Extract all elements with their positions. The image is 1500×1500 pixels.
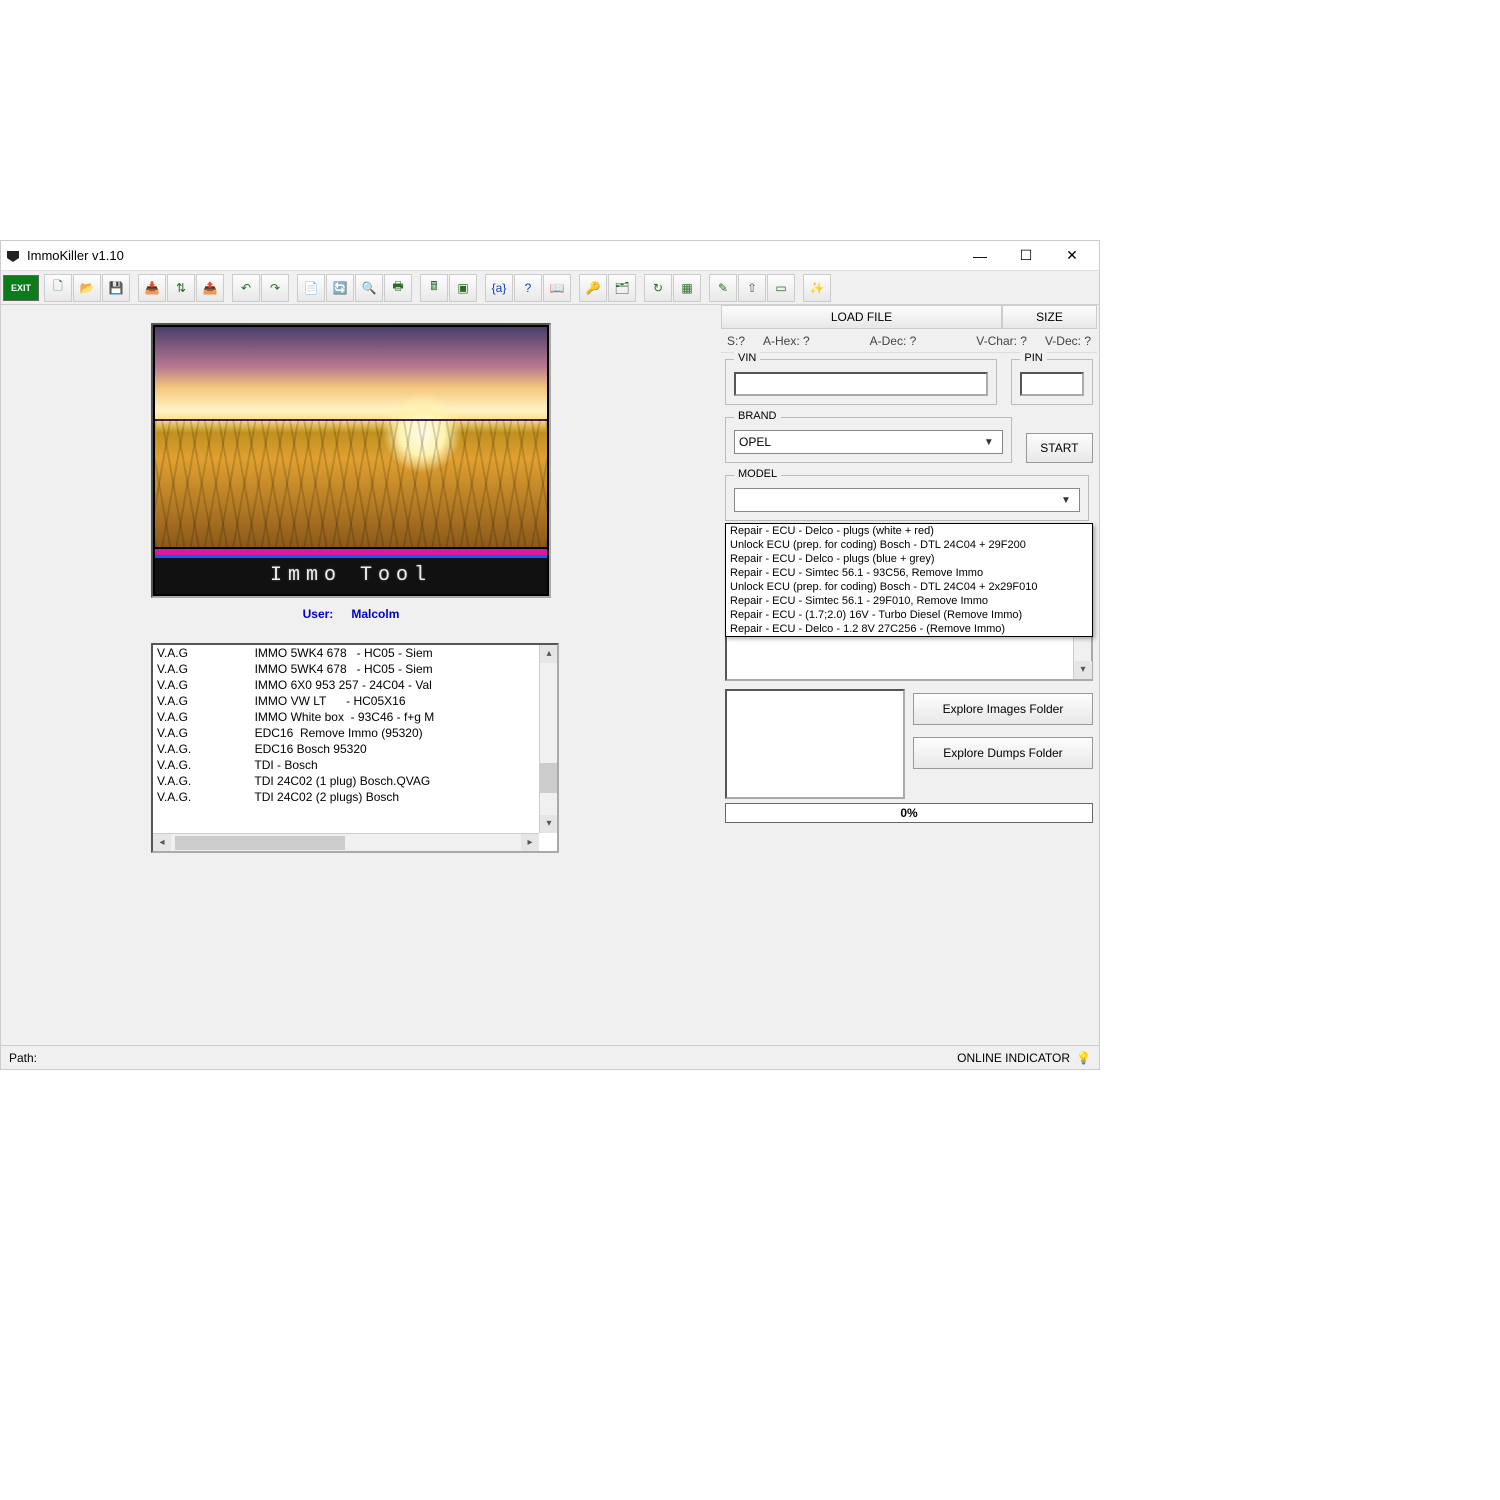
left-panel: Immo Tool User: Malcolm V.A.G IMMO 5WK4 … bbox=[151, 323, 551, 853]
explore-images-button[interactable]: Explore Images Folder bbox=[913, 693, 1093, 725]
status-adec: A-Dec: ? bbox=[870, 334, 917, 348]
up-arrow-button[interactable]: ⇧ bbox=[738, 274, 766, 302]
book-button[interactable]: 📖 bbox=[543, 274, 571, 302]
undo-button[interactable]: ↶ bbox=[232, 274, 260, 302]
model-option[interactable]: Repair - ECU - Delco - 1.2 8V 27C256 - (… bbox=[726, 622, 1092, 636]
model-option[interactable]: Repair - ECU - Simtec 56.1 - 29F010, Rem… bbox=[726, 594, 1092, 608]
status-ahex: A-Hex: ? bbox=[763, 334, 810, 348]
pin-label: PIN bbox=[1020, 352, 1046, 364]
chevron-down-icon: ▼ bbox=[980, 437, 998, 448]
preview-box bbox=[725, 689, 905, 799]
chip-button[interactable]: ▦ bbox=[673, 274, 701, 302]
stack-button[interactable]: 🗂 bbox=[608, 274, 636, 302]
list-item[interactable]: V.A.G. TDI 24C02 (2 plugs) Bosch bbox=[153, 789, 539, 805]
list-item[interactable]: V.A.G IMMO VW LT - HC05X16 bbox=[153, 693, 539, 709]
model-option[interactable]: Repair - ECU - Simtec 56.1 - 93C56, Remo… bbox=[726, 566, 1092, 580]
select-button[interactable]: ▭ bbox=[767, 274, 795, 302]
model-label: MODEL bbox=[734, 468, 781, 480]
online-indicator-label: ONLINE INDICATOR bbox=[957, 1051, 1070, 1065]
model-option[interactable]: Repair - ECU - (1.7;2.0) 16V - Turbo Die… bbox=[726, 608, 1092, 622]
explore-dumps-button[interactable]: Explore Dumps Folder bbox=[913, 737, 1093, 769]
model-combobox[interactable]: ▼ bbox=[734, 488, 1080, 512]
brand-label: BRAND bbox=[734, 410, 781, 422]
minimize-button[interactable]: — bbox=[957, 242, 1003, 270]
model-dropdown-list[interactable]: Repair - ECU - Delco - plugs (white + re… bbox=[725, 523, 1093, 637]
list-item[interactable]: V.A.G. TDI 24C02 (1 plug) Bosch.QVAG bbox=[153, 773, 539, 789]
scroll-right-icon[interactable]: ▸ bbox=[521, 834, 539, 852]
start-button[interactable]: START bbox=[1026, 433, 1093, 463]
brand-value: OPEL bbox=[739, 435, 771, 449]
list-item[interactable]: V.A.G. EDC16 Bosch 95320 bbox=[153, 741, 539, 757]
load-file-header[interactable]: LOAD FILE bbox=[721, 305, 1002, 329]
save-button[interactable]: 💾 bbox=[102, 274, 130, 302]
list-item[interactable]: V.A.G IMMO White box - 93C46 - f+g M bbox=[153, 709, 539, 725]
braces-a-button[interactable]: {a} bbox=[485, 274, 513, 302]
ecu-listbox[interactable]: V.A.G IMMO 5WK4 678 - HC05 - SiemV.A.G I… bbox=[151, 643, 559, 853]
new-file-button[interactable]: 🗋 bbox=[44, 274, 72, 302]
app-window: ImmoKiller v1.10 — ☐ ✕ EXIT 🗋📂💾 📥⇅📤 ↶↷ 📄🔄🔍🖶… bbox=[0, 240, 1100, 1070]
new-doc-button[interactable]: ✎ bbox=[709, 274, 737, 302]
exit-button[interactable]: EXIT bbox=[3, 275, 39, 301]
user-name: Malcolm bbox=[351, 607, 399, 621]
path-label: Path: bbox=[9, 1051, 37, 1065]
hero-frame: Immo Tool bbox=[151, 323, 551, 598]
statusbar: Path: ONLINE INDICATOR 💡 bbox=[1, 1045, 1099, 1069]
lcd-banner: Immo Tool bbox=[155, 558, 547, 594]
status-row: S:? A-Hex: ? A-Dec: ? V-Char: ? V-Dec: ? bbox=[721, 329, 1097, 353]
import-button[interactable]: 📥 bbox=[138, 274, 166, 302]
toolbar: EXIT 🗋📂💾 📥⇅📤 ↶↷ 📄🔄🔍🖶 🖩▣ {a}?📖 🔑🗂 ↻▦ ✎⇧▭ ✨ bbox=[1, 271, 1099, 305]
status-vchar: V-Char: ? bbox=[976, 334, 1027, 348]
open-file-button[interactable]: 📂 bbox=[73, 274, 101, 302]
hero-image bbox=[155, 327, 547, 547]
titlebar: ImmoKiller v1.10 — ☐ ✕ bbox=[1, 241, 1099, 271]
app-icon bbox=[5, 248, 21, 264]
user-label: User: bbox=[303, 607, 334, 621]
swap-button[interactable]: ⇅ bbox=[167, 274, 195, 302]
refresh-button[interactable]: ↻ bbox=[644, 274, 672, 302]
window-button[interactable]: ▣ bbox=[449, 274, 477, 302]
size-header: SIZE bbox=[1002, 305, 1097, 329]
print-button[interactable]: 🖶 bbox=[384, 274, 412, 302]
scroll-up-icon[interactable]: ▴ bbox=[540, 645, 558, 663]
doc-a-button[interactable]: 📄 bbox=[297, 274, 325, 302]
scroll-down-icon[interactable]: ▾ bbox=[540, 815, 558, 833]
vin-input[interactable] bbox=[734, 372, 988, 396]
list-item[interactable]: V.A.G. TDI - Bosch bbox=[153, 757, 539, 773]
model-option[interactable]: Unlock ECU (prep. for coding) Bosch - DT… bbox=[726, 580, 1092, 594]
list-item[interactable]: V.A.G IMMO 5WK4 678 - HC05 - Siem bbox=[153, 661, 539, 677]
brand-combobox[interactable]: OPEL ▼ bbox=[734, 430, 1003, 454]
window-title: ImmoKiller v1.10 bbox=[27, 248, 957, 263]
list-hscrollbar[interactable]: ◂ ▸ bbox=[153, 833, 539, 851]
model-option[interactable]: Repair - ECU - Delco - plugs (blue + gre… bbox=[726, 552, 1092, 566]
status-vdec: V-Dec: ? bbox=[1045, 334, 1091, 348]
scroll-down-icon[interactable]: ▾ bbox=[1074, 661, 1092, 679]
model-option[interactable]: Unlock ECU (prep. for coding) Bosch - DT… bbox=[726, 538, 1092, 552]
list-item[interactable]: V.A.G EDC16 Remove Immo (95320) bbox=[153, 725, 539, 741]
maximize-button[interactable]: ☐ bbox=[1003, 242, 1049, 270]
list-vscrollbar[interactable]: ▴ ▾ bbox=[539, 645, 557, 833]
find-button[interactable]: 🔍 bbox=[355, 274, 383, 302]
wand-button[interactable]: ✨ bbox=[803, 274, 831, 302]
progress-bar: 0% bbox=[725, 803, 1093, 823]
user-row: User: Malcolm bbox=[151, 598, 551, 629]
export-button[interactable]: 📤 bbox=[196, 274, 224, 302]
chevron-down-icon: ▼ bbox=[1057, 495, 1075, 506]
status-s: S:? bbox=[727, 334, 745, 348]
key-button[interactable]: 🔑 bbox=[579, 274, 607, 302]
scroll-left-icon[interactable]: ◂ bbox=[153, 834, 171, 852]
vin-label: VIN bbox=[734, 352, 760, 364]
doc-refresh-button[interactable]: 🔄 bbox=[326, 274, 354, 302]
close-button[interactable]: ✕ bbox=[1049, 242, 1095, 270]
redo-button[interactable]: ↷ bbox=[261, 274, 289, 302]
bulb-icon: 💡 bbox=[1076, 1051, 1091, 1065]
pin-input[interactable] bbox=[1020, 372, 1084, 396]
help-button[interactable]: ? bbox=[514, 274, 542, 302]
calculator-button[interactable]: 🖩 bbox=[420, 274, 448, 302]
list-item[interactable]: V.A.G IMMO 5WK4 678 - HC05 - Siem bbox=[153, 645, 539, 661]
list-item[interactable]: V.A.G IMMO 6X0 953 257 - 24C04 - Val bbox=[153, 677, 539, 693]
model-option[interactable]: Repair - ECU - Delco - plugs (white + re… bbox=[726, 524, 1092, 538]
